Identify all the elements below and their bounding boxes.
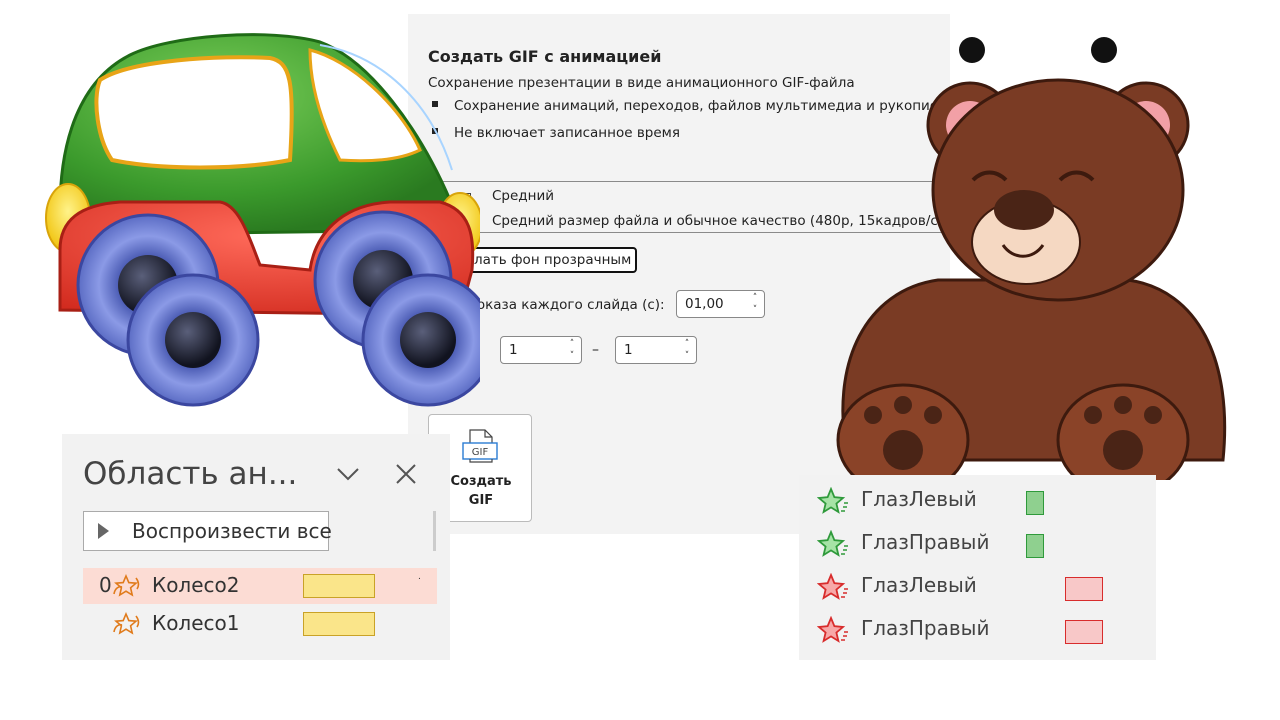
animation-list-item[interactable]: ГлазЛевый xyxy=(799,481,1156,519)
green-star-icon xyxy=(817,530,848,557)
eye-animations-list: ГлазЛевый ГлазПравый ГлазЛевый ГлазПравы… xyxy=(799,475,1156,660)
create-gif-description: Сохранение презентации в виде анимационн… xyxy=(428,75,855,91)
animation-name: Колесо1 xyxy=(152,611,240,635)
timing-bar[interactable] xyxy=(1026,534,1044,558)
animation-pane: Область ан... Воспроизвести все 0 Колесо… xyxy=(62,434,450,660)
animation-extra-mark: . xyxy=(418,572,421,582)
animation-order: 0 xyxy=(99,573,112,597)
timing-bar[interactable] xyxy=(1065,620,1103,644)
spin-effect-icon xyxy=(113,612,140,635)
spinner-arrows-icon[interactable]: ˄ ˅ xyxy=(567,338,577,362)
animation-list-item[interactable]: Колесо1 xyxy=(83,606,437,642)
scrollbar[interactable] xyxy=(433,511,436,551)
animation-name: ГлазЛевый xyxy=(861,487,977,511)
animation-name: ГлазПравый xyxy=(861,616,990,640)
gif-file-icon: GIF xyxy=(462,429,498,463)
slide-duration-label: показа каждого слайда (с): xyxy=(468,297,665,313)
animation-pane-title: Область ан... xyxy=(83,456,298,492)
spinner-arrows-icon[interactable]: ˄ ˅ xyxy=(682,338,692,362)
slides-to-spinner[interactable]: 1 ˄ ˅ xyxy=(615,336,697,364)
slide-canvas: Создать GIF с анимацией Сохранение презе… xyxy=(0,0,1280,720)
red-star-icon xyxy=(817,616,848,643)
slides-from-value: 1 xyxy=(509,342,518,358)
play-all-button[interactable]: Воспроизвести все xyxy=(83,511,332,551)
play-icon xyxy=(98,523,109,539)
animation-list-item[interactable]: ГлазПравый xyxy=(799,524,1156,562)
red-star-icon xyxy=(817,573,848,600)
gif-bullet-text: Не включает записанное время xyxy=(454,125,680,141)
bear-eye-left-icon xyxy=(959,37,985,63)
timing-bar[interactable] xyxy=(303,612,375,636)
animation-list-item[interactable]: ГлазПравый xyxy=(799,610,1156,648)
animation-name: ГлазЛевый xyxy=(861,573,977,597)
quality-option-name[interactable]: Средний xyxy=(492,188,554,204)
slides-from-spinner[interactable]: 1 ˄ ˅ xyxy=(500,336,582,364)
timing-bar[interactable] xyxy=(1026,491,1044,515)
play-all-label: Воспроизвести все xyxy=(132,519,332,543)
gif-icon-text: GIF xyxy=(472,447,489,458)
close-icon[interactable] xyxy=(394,462,418,486)
toy-car-image xyxy=(45,33,480,407)
slides-to-value: 1 xyxy=(624,342,633,358)
slide-duration-spinner[interactable]: 01,00 ˄ ˅ xyxy=(676,290,765,318)
spinner-arrows-icon[interactable]: ˄ ˅ xyxy=(750,292,760,316)
teddy-bear-image xyxy=(836,37,1227,480)
slides-range-dash: – xyxy=(592,342,599,358)
slide-duration-value: 01,00 xyxy=(685,296,724,312)
animation-name: ГлазПравый xyxy=(861,530,990,554)
bear-eye-right-icon xyxy=(1091,37,1117,63)
spin-effect-icon xyxy=(113,574,140,597)
timing-bar[interactable] xyxy=(303,574,375,598)
animation-list-item[interactable]: ГлазЛевый xyxy=(799,567,1156,605)
green-star-icon xyxy=(817,487,848,514)
animation-name: Колесо2 xyxy=(152,573,240,597)
animation-list-item[interactable]: 0 Колесо2 . xyxy=(83,568,437,604)
chevron-down-icon[interactable] xyxy=(335,464,361,484)
timing-bar[interactable] xyxy=(1065,577,1103,601)
